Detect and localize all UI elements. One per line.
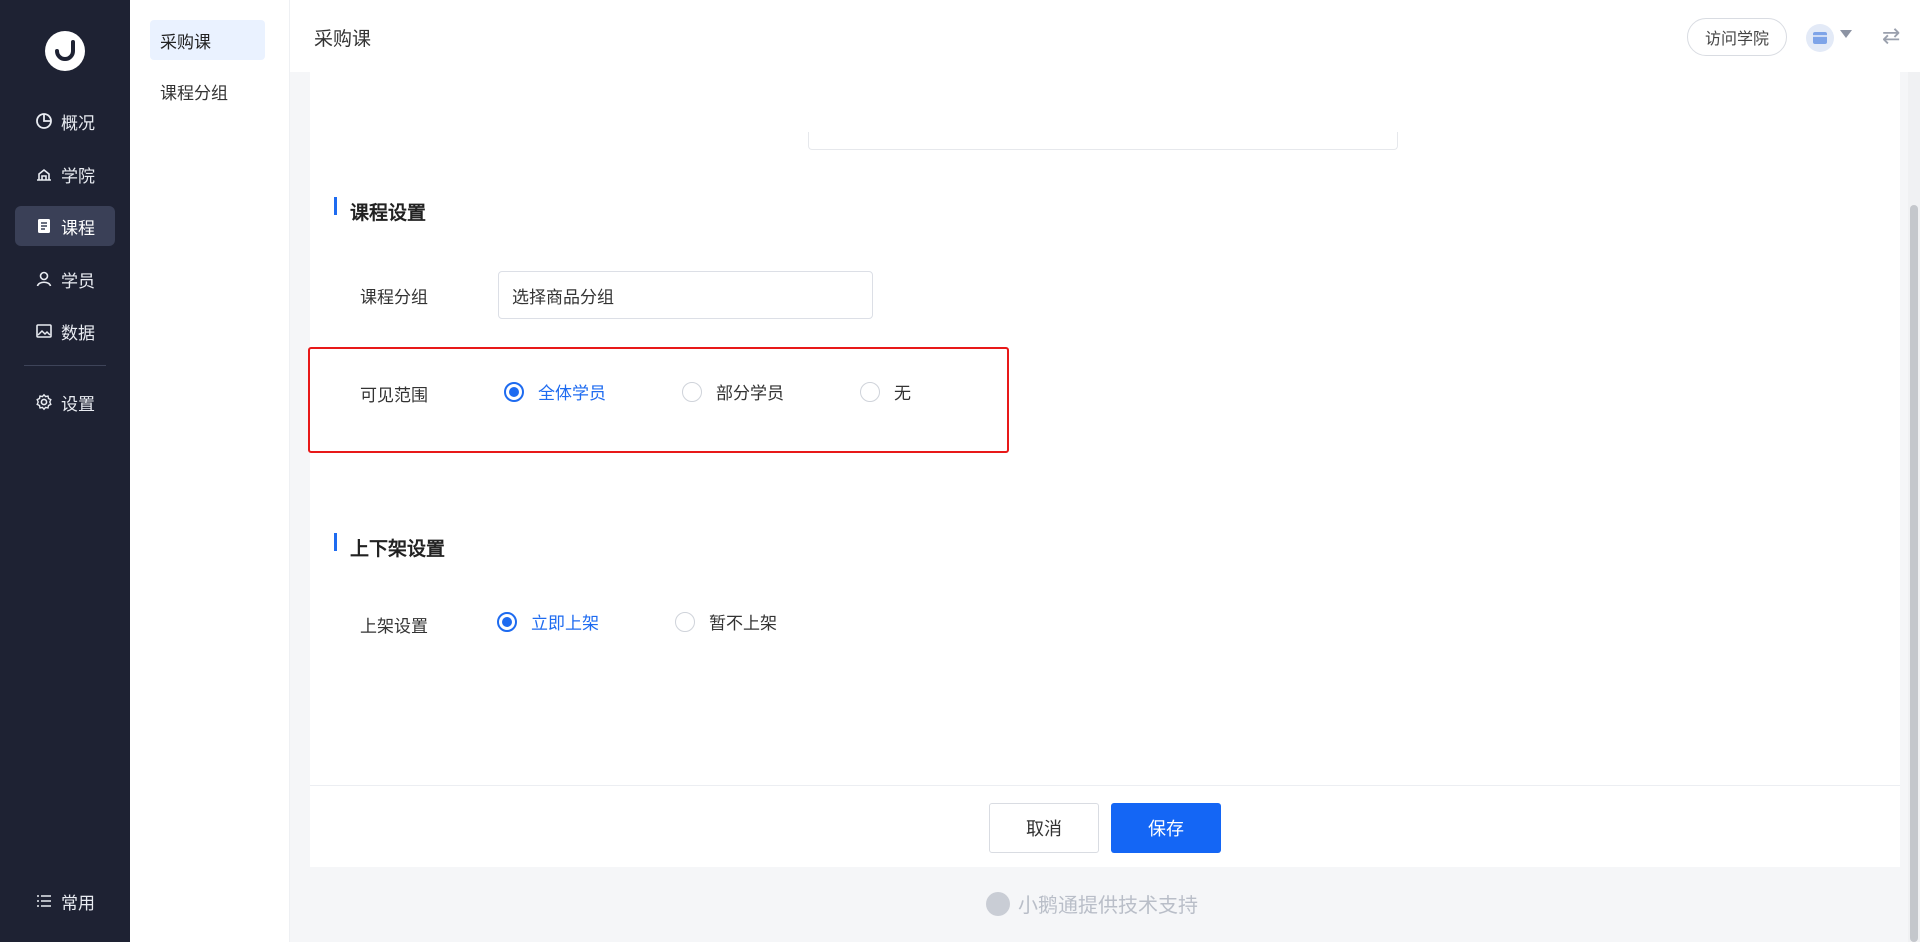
- page-title: 采购课: [314, 28, 372, 50]
- course-book-icon: [35, 217, 53, 235]
- nav-item-academy[interactable]: 学院: [15, 154, 115, 194]
- listing-radio-now[interactable]: 立即上架: [497, 609, 599, 634]
- section-marker: [334, 197, 337, 215]
- nav-item-label: 学院: [61, 166, 95, 187]
- section-title-course-settings: 课程设置: [350, 202, 427, 224]
- form-card: [310, 72, 1900, 867]
- radio-dot: [497, 611, 517, 632]
- nav-divider: [24, 365, 106, 366]
- course-group-label: 课程分组: [360, 288, 428, 308]
- nav-item-label: 常用: [61, 893, 95, 914]
- section-marker: [334, 533, 337, 551]
- radio-label: 暂不上架: [709, 614, 777, 634]
- user-icon: [35, 270, 53, 288]
- radio-dot: [504, 381, 524, 402]
- radio-label: 立即上架: [531, 614, 599, 634]
- radio-label: 部分学员: [716, 384, 784, 404]
- nav-item-label: 数据: [61, 323, 95, 344]
- list-icon: [35, 892, 53, 910]
- pie-chart-icon: [35, 112, 53, 130]
- radio-label: 全体学员: [538, 384, 606, 404]
- visibility-radio-none[interactable]: 无: [860, 379, 911, 404]
- gear-icon: [35, 393, 53, 411]
- course-group-select-value: 选择商品分组: [512, 287, 614, 308]
- visibility-radio-all[interactable]: 全体学员: [504, 379, 606, 404]
- nav-item-label: 概况: [61, 113, 95, 134]
- logo-icon[interactable]: [45, 31, 85, 71]
- course-group-select[interactable]: 选择商品分组: [498, 271, 873, 319]
- nav-item-students[interactable]: 学员: [15, 259, 115, 299]
- brand-logo-icon: [986, 891, 1010, 916]
- swap-icon[interactable]: ⇄: [1882, 24, 1900, 49]
- subnav-item-purchased-courses[interactable]: 采购课: [150, 20, 265, 60]
- subnav-item-label: 课程分组: [160, 83, 228, 104]
- nav-item-course[interactable]: 课程: [15, 206, 115, 246]
- image-data-icon: [35, 322, 53, 340]
- main-nav: 概况 学院 课程 学员 数据 设置 常用: [0, 0, 130, 942]
- scrolled-input-edge: [808, 132, 1398, 150]
- radio-label: 无: [894, 384, 911, 404]
- radio-dot: [860, 381, 880, 402]
- radio-dot: [682, 381, 702, 402]
- store-icon[interactable]: [1806, 24, 1834, 52]
- form-footer: [310, 785, 1900, 867]
- nav-item-overview[interactable]: 概况: [15, 101, 115, 141]
- subnav-item-label: 采购课: [160, 32, 211, 53]
- secondary-sidebar: 采购课 课程分组: [130, 0, 290, 942]
- nav-item-label: 设置: [61, 394, 95, 415]
- section-title-listing-settings: 上下架设置: [350, 538, 446, 560]
- nav-item-data[interactable]: 数据: [15, 311, 115, 351]
- radio-dot: [675, 611, 695, 632]
- chevron-down-icon[interactable]: [1840, 30, 1852, 38]
- nav-item-settings[interactable]: 设置: [15, 382, 115, 422]
- top-header: 采购课 访问学院 ⇄: [290, 0, 1920, 72]
- nav-item-label: 课程: [61, 218, 95, 239]
- scrollbar-thumb[interactable]: [1910, 205, 1918, 942]
- save-button[interactable]: 保存: [1111, 803, 1221, 853]
- listing-radio-later[interactable]: 暂不上架: [675, 609, 777, 634]
- visit-academy-button[interactable]: 访问学院: [1687, 18, 1787, 56]
- academy-icon: [35, 165, 53, 183]
- nav-item-label: 学员: [61, 271, 95, 292]
- cancel-button[interactable]: 取消: [989, 803, 1099, 853]
- subnav-item-course-groups[interactable]: 课程分组: [150, 71, 265, 111]
- visibility-radio-partial[interactable]: 部分学员: [682, 379, 784, 404]
- visibility-label: 可见范围: [360, 386, 428, 406]
- listing-label: 上架设置: [360, 617, 428, 637]
- nav-item-favorites[interactable]: 常用: [15, 881, 115, 921]
- powered-by: 小鹅通提供技术支持: [986, 889, 1198, 918]
- powered-by-text: 小鹅通提供技术支持: [1018, 893, 1198, 917]
